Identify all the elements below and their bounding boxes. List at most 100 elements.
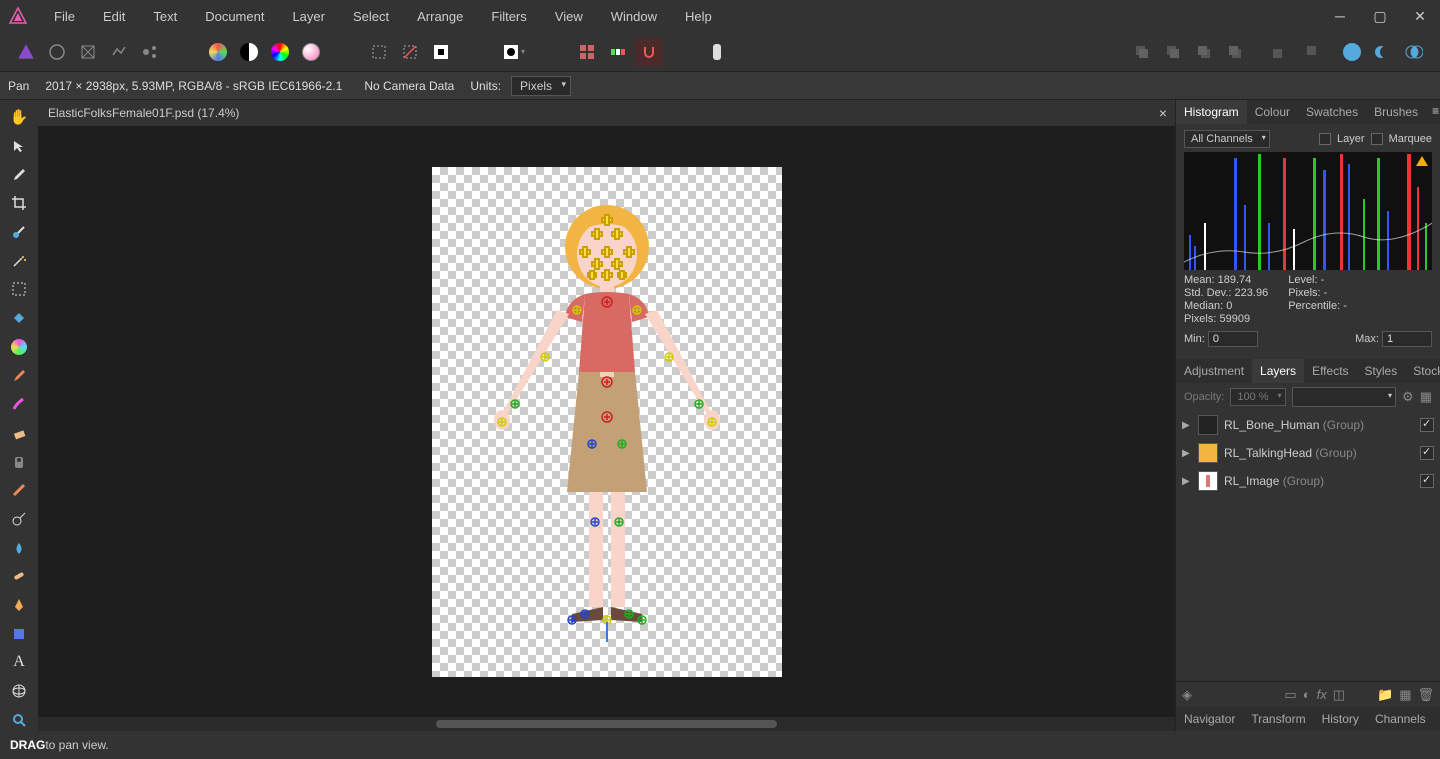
boolean-add-icon[interactable] [1338, 38, 1366, 66]
horizontal-scrollbar[interactable] [38, 717, 1175, 731]
layer-options-gear-icon[interactable]: ⚙ [1402, 389, 1414, 405]
gradient-tool-icon[interactable] [6, 336, 32, 359]
minimize-button[interactable]: ─ [1320, 1, 1360, 31]
selection-brush-tool-icon[interactable] [6, 221, 32, 244]
layer-expand-icon[interactable]: ▶ [1182, 448, 1192, 459]
persona-liquify-icon[interactable] [43, 38, 71, 66]
blend-mode-dropdown[interactable] [1292, 387, 1396, 407]
paint-brush-tool-icon[interactable] [6, 364, 32, 387]
tab-stock[interactable]: Stock [1405, 359, 1440, 383]
assistant-icon[interactable] [703, 38, 731, 66]
hand-tool-icon[interactable]: ✋ [6, 106, 32, 129]
swatch-multi-icon[interactable] [204, 38, 232, 66]
selection-rect-icon[interactable] [365, 38, 393, 66]
menu-arrange[interactable]: Arrange [403, 3, 477, 30]
layer-add-icon[interactable]: ▦ [1399, 687, 1411, 703]
menu-text[interactable]: Text [139, 3, 191, 30]
erase-tool-icon[interactable] [6, 422, 32, 445]
bottom-panel-menu-icon[interactable]: ≡ [1434, 707, 1440, 731]
tab-colour[interactable]: Colour [1247, 100, 1298, 124]
tab-brushes[interactable]: Brushes [1366, 100, 1426, 124]
persona-tone-icon[interactable] [105, 38, 133, 66]
document-tab-close-icon[interactable]: × [1159, 105, 1167, 121]
layer-expand-icon[interactable]: ▶ [1182, 476, 1192, 487]
boolean-subtract-icon[interactable] [1369, 38, 1397, 66]
clone-tool-icon[interactable] [6, 450, 32, 473]
menu-edit[interactable]: Edit [89, 3, 139, 30]
swatch-bw-icon[interactable] [235, 38, 263, 66]
layer-row[interactable]: ▶ RL_Bone_Human (Group) [1176, 411, 1440, 439]
menu-window[interactable]: Window [597, 3, 671, 30]
layer-visibility-checkbox[interactable] [1420, 418, 1434, 432]
units-dropdown[interactable]: Pixels [511, 76, 571, 96]
layer-fx-icon[interactable]: fx [1317, 687, 1327, 702]
tab-swatches[interactable]: Swatches [1298, 100, 1366, 124]
quickmask-icon[interactable]: ▾ [495, 38, 533, 66]
layer-blend-icon[interactable]: ◈ [1182, 687, 1192, 703]
menu-help[interactable]: Help [671, 3, 726, 30]
tab-styles[interactable]: Styles [1357, 359, 1406, 383]
text-tool-icon[interactable]: A [6, 651, 32, 674]
persona-export-icon[interactable] [136, 38, 164, 66]
align-distribute-icon[interactable] [604, 38, 632, 66]
maximize-button[interactable]: ▢ [1360, 1, 1400, 31]
move-tool-icon[interactable] [6, 135, 32, 158]
menu-select[interactable]: Select [339, 3, 403, 30]
persona-develop-icon[interactable] [74, 38, 102, 66]
swatch-grad-icon[interactable] [297, 38, 325, 66]
layer-visibility-checkbox[interactable] [1420, 446, 1434, 460]
layer-expand-icon[interactable]: ▶ [1182, 420, 1192, 431]
flood-fill-tool-icon[interactable] [6, 307, 32, 330]
close-button[interactable]: ✕ [1400, 1, 1440, 31]
healing-tool-icon[interactable] [6, 565, 32, 588]
layer-mask-icon[interactable]: ▭ [1284, 687, 1296, 703]
menu-filters[interactable]: Filters [477, 3, 540, 30]
zoom-tool-icon[interactable] [6, 708, 32, 731]
snap-magnet-icon[interactable] [635, 38, 663, 66]
dodge-tool-icon[interactable] [6, 508, 32, 531]
hist-max-input[interactable] [1382, 331, 1432, 347]
document-tab[interactable]: ElasticFolksFemale01F.psd (17.4%) × [38, 100, 1175, 126]
pen-tool-icon[interactable] [6, 594, 32, 617]
layer-group-icon[interactable]: 📁 [1377, 687, 1393, 703]
tab-history[interactable]: History [1314, 707, 1367, 731]
swatch-hue-icon[interactable] [266, 38, 294, 66]
blur-tool-icon[interactable] [6, 536, 32, 559]
mesh-tool-icon[interactable] [6, 680, 32, 703]
layer-crop-icon[interactable]: ◫ [1333, 687, 1345, 703]
tab-channels[interactable]: Channels [1367, 707, 1434, 731]
panel-menu-icon[interactable]: ≡ [1426, 100, 1440, 124]
pixel-brush-tool-icon[interactable] [6, 393, 32, 416]
align-grid-icon[interactable] [573, 38, 601, 66]
rectangle-tool-icon[interactable] [6, 622, 32, 645]
tab-layers[interactable]: Layers [1252, 359, 1304, 383]
marquee-tool-icon[interactable] [6, 278, 32, 301]
menu-view[interactable]: View [541, 3, 597, 30]
tab-transform[interactable]: Transform [1243, 707, 1313, 731]
selection-invert-icon[interactable] [427, 38, 455, 66]
layer-delete-icon[interactable]: 🗑 [1417, 687, 1434, 703]
menu-file[interactable]: File [40, 3, 89, 30]
canvas-viewport[interactable] [38, 126, 1175, 717]
selection-deselect-icon[interactable] [396, 38, 424, 66]
tab-effects[interactable]: Effects [1304, 359, 1356, 383]
hist-min-input[interactable] [1208, 331, 1258, 347]
histogram-marquee-checkbox[interactable] [1371, 133, 1383, 145]
tab-histogram[interactable]: Histogram [1176, 100, 1247, 124]
inpainting-tool-icon[interactable] [6, 479, 32, 502]
layer-row[interactable]: ▶ RL_TalkingHead (Group) [1176, 439, 1440, 467]
crop-tool-icon[interactable] [6, 192, 32, 215]
menu-document[interactable]: Document [191, 3, 278, 30]
opacity-dropdown[interactable]: 100 % [1230, 388, 1285, 406]
histogram-layer-checkbox[interactable] [1319, 133, 1331, 145]
tab-navigator[interactable]: Navigator [1176, 707, 1243, 731]
histogram-channel-dropdown[interactable]: All Channels [1184, 130, 1270, 148]
boolean-intersect-icon[interactable] [1400, 38, 1428, 66]
color-picker-tool-icon[interactable] [6, 163, 32, 186]
magic-wand-tool-icon[interactable] [6, 249, 32, 272]
layer-row[interactable]: ▶ RL_Image (Group) [1176, 467, 1440, 495]
persona-photo-icon[interactable] [12, 38, 40, 66]
layer-adjust-icon[interactable]: ◐ [1303, 687, 1311, 702]
layer-visibility-checkbox[interactable] [1420, 474, 1434, 488]
menu-layer[interactable]: Layer [278, 3, 339, 30]
